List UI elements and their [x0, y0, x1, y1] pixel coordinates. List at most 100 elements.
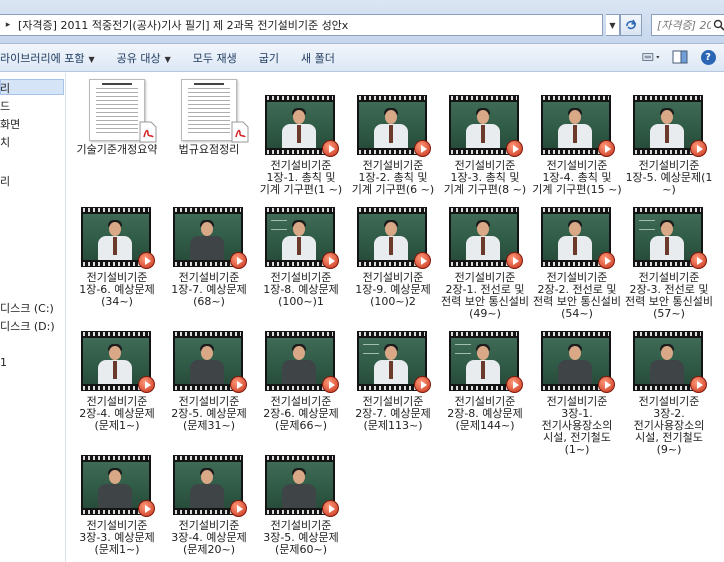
video-thumbnail [265, 207, 339, 269]
media-icon [322, 252, 339, 269]
video-thumbnail [633, 331, 707, 393]
file-label: 전기설비기준 1장-5. 예상문제(1 ~) [625, 159, 713, 196]
play-all-button[interactable]: 모두 재생 [187, 47, 243, 69]
file-item[interactable]: 전기설비기준 3장-2. 전기사용장소의 시설, 전기철도(9~) [623, 331, 715, 456]
media-icon [322, 140, 339, 157]
video-thumbnail [173, 455, 247, 517]
file-label: 전기설비기준 3장-3. 예상문제(문제1~) [79, 519, 155, 556]
pdf-icon [231, 121, 249, 143]
burn-button[interactable]: 굽기 [253, 47, 285, 69]
file-label: 전기설비기준 1장-3. 총칙 및 기계 기구편(8 ~) [443, 159, 527, 196]
file-label: 전기설비기준 1장-2. 총칙 및 기계 기구편(6 ~) [351, 159, 435, 196]
file-item[interactable]: 전기설비기준 3장-4. 예상문제(문제20~) [163, 455, 255, 556]
file-item[interactable]: 전기설비기준 3장-5. 예상문제(문제60~) [255, 455, 347, 556]
change-view-button[interactable] [642, 48, 662, 66]
video-thumbnail [449, 331, 523, 393]
video-thumbnail [357, 331, 431, 393]
video-thumbnail [541, 331, 615, 393]
file-label: 전기설비기준 1장-9. 예상문제(100~)2 [355, 271, 431, 308]
new-folder-label: 새 폴더 [301, 51, 335, 65]
file-item[interactable]: 전기설비기준 2장-3. 전선로 및 전력 보안 통신설비(57~) [623, 207, 715, 320]
file-item[interactable]: 전기설비기준 3장-3. 예상문제(문제1~) [71, 455, 163, 556]
play-all-label: 모두 재생 [192, 51, 237, 65]
file-item[interactable]: 전기설비기준 1장-8. 예상문제(100~)1 [255, 207, 347, 308]
file-item[interactable]: 전기설비기준 1장-6. 예상문제(34~) [71, 207, 163, 308]
new-folder-button[interactable]: 새 폴더 [295, 47, 341, 69]
share-with-button[interactable]: 공유 대상 ▼ [111, 47, 177, 69]
file-item[interactable]: 전기설비기준 2장-1. 전선로 및 전력 보안 통신설비(49~) [439, 207, 531, 320]
pdf-thumbnail [173, 79, 249, 143]
media-icon [230, 376, 247, 393]
file-item[interactable]: 전기설비기준 1장-2. 총칙 및 기계 기구편(6 ~) [347, 95, 439, 196]
file-label: 전기설비기준 2장-3. 전선로 및 전력 보안 통신설비(57~) [625, 271, 713, 320]
help-button[interactable]: ? [698, 48, 718, 66]
nav-item[interactable]: 화면 [0, 116, 20, 132]
file-item[interactable]: 전기설비기준 3장-1. 전기사용장소의 시설, 전기철도(1~) [531, 331, 623, 456]
file-item[interactable]: 전기설비기준 1장-3. 총칙 및 기계 기구편(8 ~) [439, 95, 531, 196]
file-item[interactable]: 전기설비기준 1장-9. 예상문제(100~)2 [347, 207, 439, 308]
file-item[interactable]: 전기설비기준 2장-5. 예상문제(문제31~) [163, 331, 255, 432]
share-with-label: 공유 대상 [116, 51, 161, 65]
video-thumbnail [265, 95, 339, 157]
file-label: 전기설비기준 1장-7. 예상문제(68~) [171, 271, 247, 308]
file-label: 법규요점정리 [178, 143, 240, 156]
media-icon [506, 252, 523, 269]
search-input[interactable]: [자격증] 201... [651, 14, 724, 36]
refresh-button[interactable] [620, 14, 642, 36]
pdf-thumbnail [81, 79, 157, 143]
nav-item[interactable]: 1 [0, 356, 7, 369]
file-item[interactable]: 기술기준개정요약 [71, 79, 163, 156]
file-label: 전기설비기준 2장-8. 예상문제(문제144~) [447, 395, 523, 432]
address-bar[interactable]: ▸ [자격증] 2011 적중전기(공사)기사 필기] 제 2과목 전기설비기준… [0, 14, 603, 36]
file-label: 전기설비기준 2장-2. 전선로 및 전력 보안 통신설비(54~) [533, 271, 621, 320]
view-icon [642, 53, 660, 61]
video-thumbnail [633, 207, 707, 269]
file-item[interactable]: 전기설비기준 2장-6. 예상문제(문제66~) [255, 331, 347, 432]
breadcrumb-arrow-icon[interactable]: ▸ [2, 20, 14, 30]
media-icon [690, 140, 707, 157]
nav-item-drive-c[interactable]: 디스크 (C:) [0, 300, 54, 316]
video-thumbnail [357, 95, 431, 157]
media-icon [598, 252, 615, 269]
search-icon[interactable] [713, 19, 724, 31]
preview-pane-button[interactable] [670, 48, 690, 66]
nav-item[interactable]: 리 [0, 80, 10, 96]
address-bar-region: ▸ [자격증] 2011 적중전기(공사)기사 필기] 제 2과목 전기설비기준… [0, 0, 724, 44]
refresh-icon [626, 19, 637, 30]
file-label: 전기설비기준 1장-1. 총칙 및 기계 기구편(1 ~) [259, 159, 343, 196]
video-thumbnail [449, 95, 523, 157]
file-item[interactable]: 전기설비기준 1장-1. 총칙 및 기계 기구편(1 ~) [255, 95, 347, 196]
file-label: 전기설비기준 2장-5. 예상문제(문제31~) [171, 395, 247, 432]
nav-item-drive-d[interactable]: 디스크 (D:) [0, 318, 55, 334]
file-label: 전기설비기준 3장-2. 전기사용장소의 시설, 전기철도(9~) [633, 395, 705, 456]
address-path[interactable]: [자격증] 2011 적중전기(공사)기사 필기] 제 2과목 전기설비기준 성… [18, 17, 602, 33]
nav-item[interactable]: 리 [0, 173, 10, 189]
file-label: 전기설비기준 1장-8. 예상문제(100~)1 [263, 271, 339, 308]
help-icon: ? [700, 49, 716, 65]
file-item[interactable]: 전기설비기준 1장-7. 예상문제(68~) [163, 207, 255, 308]
file-label: 전기설비기준 3장-5. 예상문제(문제60~) [263, 519, 339, 556]
file-label: 전기설비기준 2장-4. 예상문제(문제1~) [79, 395, 155, 432]
file-item[interactable]: 전기설비기준 2장-4. 예상문제(문제1~) [71, 331, 163, 432]
video-thumbnail [265, 455, 339, 517]
nav-item[interactable]: 치 [0, 134, 10, 150]
include-in-library-button[interactable]: 라이브러리에 포함 ▼ [0, 47, 101, 69]
media-icon [506, 376, 523, 393]
video-thumbnail [265, 331, 339, 393]
file-label: 기술기준개정요약 [76, 143, 158, 156]
media-icon [598, 376, 615, 393]
file-item[interactable]: 전기설비기준 2장-8. 예상문제(문제144~) [439, 331, 531, 432]
nav-item[interactable]: 드 [0, 98, 10, 114]
file-label: 전기설비기준 2장-7. 예상문제(문제113~) [355, 395, 431, 432]
file-item[interactable]: 법규요점정리 [163, 79, 255, 156]
media-icon [414, 252, 431, 269]
address-dropdown-icon[interactable]: ▼ [606, 14, 620, 36]
file-item[interactable]: 전기설비기준 1장-5. 예상문제(1 ~) [623, 95, 715, 196]
media-icon [138, 500, 155, 517]
file-item[interactable]: 전기설비기준 2장-7. 예상문제(문제113~) [347, 331, 439, 432]
file-item[interactable]: 전기설비기준 2장-2. 전선로 및 전력 보안 통신설비(54~) [531, 207, 623, 320]
file-item[interactable]: 전기설비기준 1장-4. 총칙 및 기계 기구편(15 ~) [531, 95, 623, 196]
pdf-icon [139, 121, 157, 143]
video-thumbnail [81, 207, 155, 269]
media-icon [322, 376, 339, 393]
